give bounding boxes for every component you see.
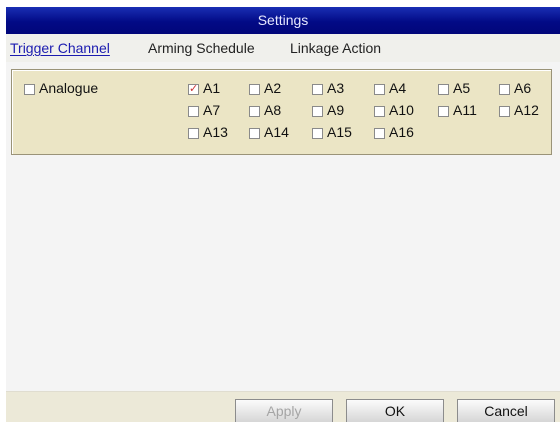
ok-button[interactable]: OK: [346, 399, 444, 422]
tab-linkage-action[interactable]: Linkage Action: [290, 40, 381, 56]
cancel-button[interactable]: Cancel: [457, 399, 555, 422]
channel-checkbox-a13[interactable]: [188, 128, 199, 139]
channel-checkbox-a4[interactable]: [374, 84, 385, 95]
channel-label-a11: A11: [453, 102, 477, 118]
tab-trigger-channel[interactable]: Trigger Channel: [10, 40, 110, 56]
channel-label-a1: A1: [203, 80, 221, 96]
channel-label-a4: A4: [389, 80, 407, 96]
channel-label-a2: A2: [264, 80, 282, 96]
analogue-checkbox[interactable]: [24, 84, 35, 95]
tab-arming-schedule[interactable]: Arming Schedule: [148, 40, 255, 56]
window-title: Settings: [257, 12, 309, 28]
channel-label-a9: A9: [327, 102, 345, 118]
channel-checkbox-a6[interactable]: [499, 84, 510, 95]
channel-label-a3: A3: [327, 80, 345, 96]
channel-label-a12: A12: [514, 102, 539, 118]
content-area: [6, 160, 560, 391]
channel-label-a14: A14: [264, 124, 289, 140]
title-bar: Settings: [6, 7, 560, 34]
channel-label-a5: A5: [453, 80, 471, 96]
channel-checkbox-a7[interactable]: [188, 106, 199, 117]
channel-checkbox-a3[interactable]: [312, 84, 323, 95]
channel-label-a16: A16: [389, 124, 414, 140]
channel-label-a13: A13: [203, 124, 228, 140]
channel-checkbox-a11[interactable]: [438, 106, 449, 117]
channel-checkbox-a5[interactable]: [438, 84, 449, 95]
analogue-label: Analogue: [39, 80, 99, 96]
channel-checkbox-a9[interactable]: [312, 106, 323, 117]
tab-bar: Trigger Channel Arming Schedule Linkage …: [6, 34, 560, 62]
channel-checkbox-a16[interactable]: [374, 128, 385, 139]
settings-panel: Trigger Channel Arming Schedule Linkage …: [6, 34, 560, 422]
channel-checkbox-a2[interactable]: [249, 84, 260, 95]
channel-checkbox-a10[interactable]: [374, 106, 385, 117]
channel-label-a7: A7: [203, 102, 221, 118]
footer-bar: Apply OK Cancel: [6, 391, 560, 422]
channel-checkbox-a14[interactable]: [249, 128, 260, 139]
channel-checkbox-a8[interactable]: [249, 106, 260, 117]
channel-checkbox-a15[interactable]: [312, 128, 323, 139]
channel-checkbox-a1[interactable]: [188, 82, 199, 95]
channel-label-a10: A10: [389, 102, 414, 118]
channel-checkbox-a12[interactable]: [499, 106, 510, 117]
channel-label-a15: A15: [327, 124, 352, 140]
channel-label-a8: A8: [264, 102, 282, 118]
apply-button[interactable]: Apply: [235, 399, 333, 422]
channel-label-a6: A6: [514, 80, 532, 96]
analogue-channel-group: Analogue A1 A2 A3 A4 A5 A6 A7 A8 A9 A10 A11 A12 A13 A…: [11, 69, 552, 155]
